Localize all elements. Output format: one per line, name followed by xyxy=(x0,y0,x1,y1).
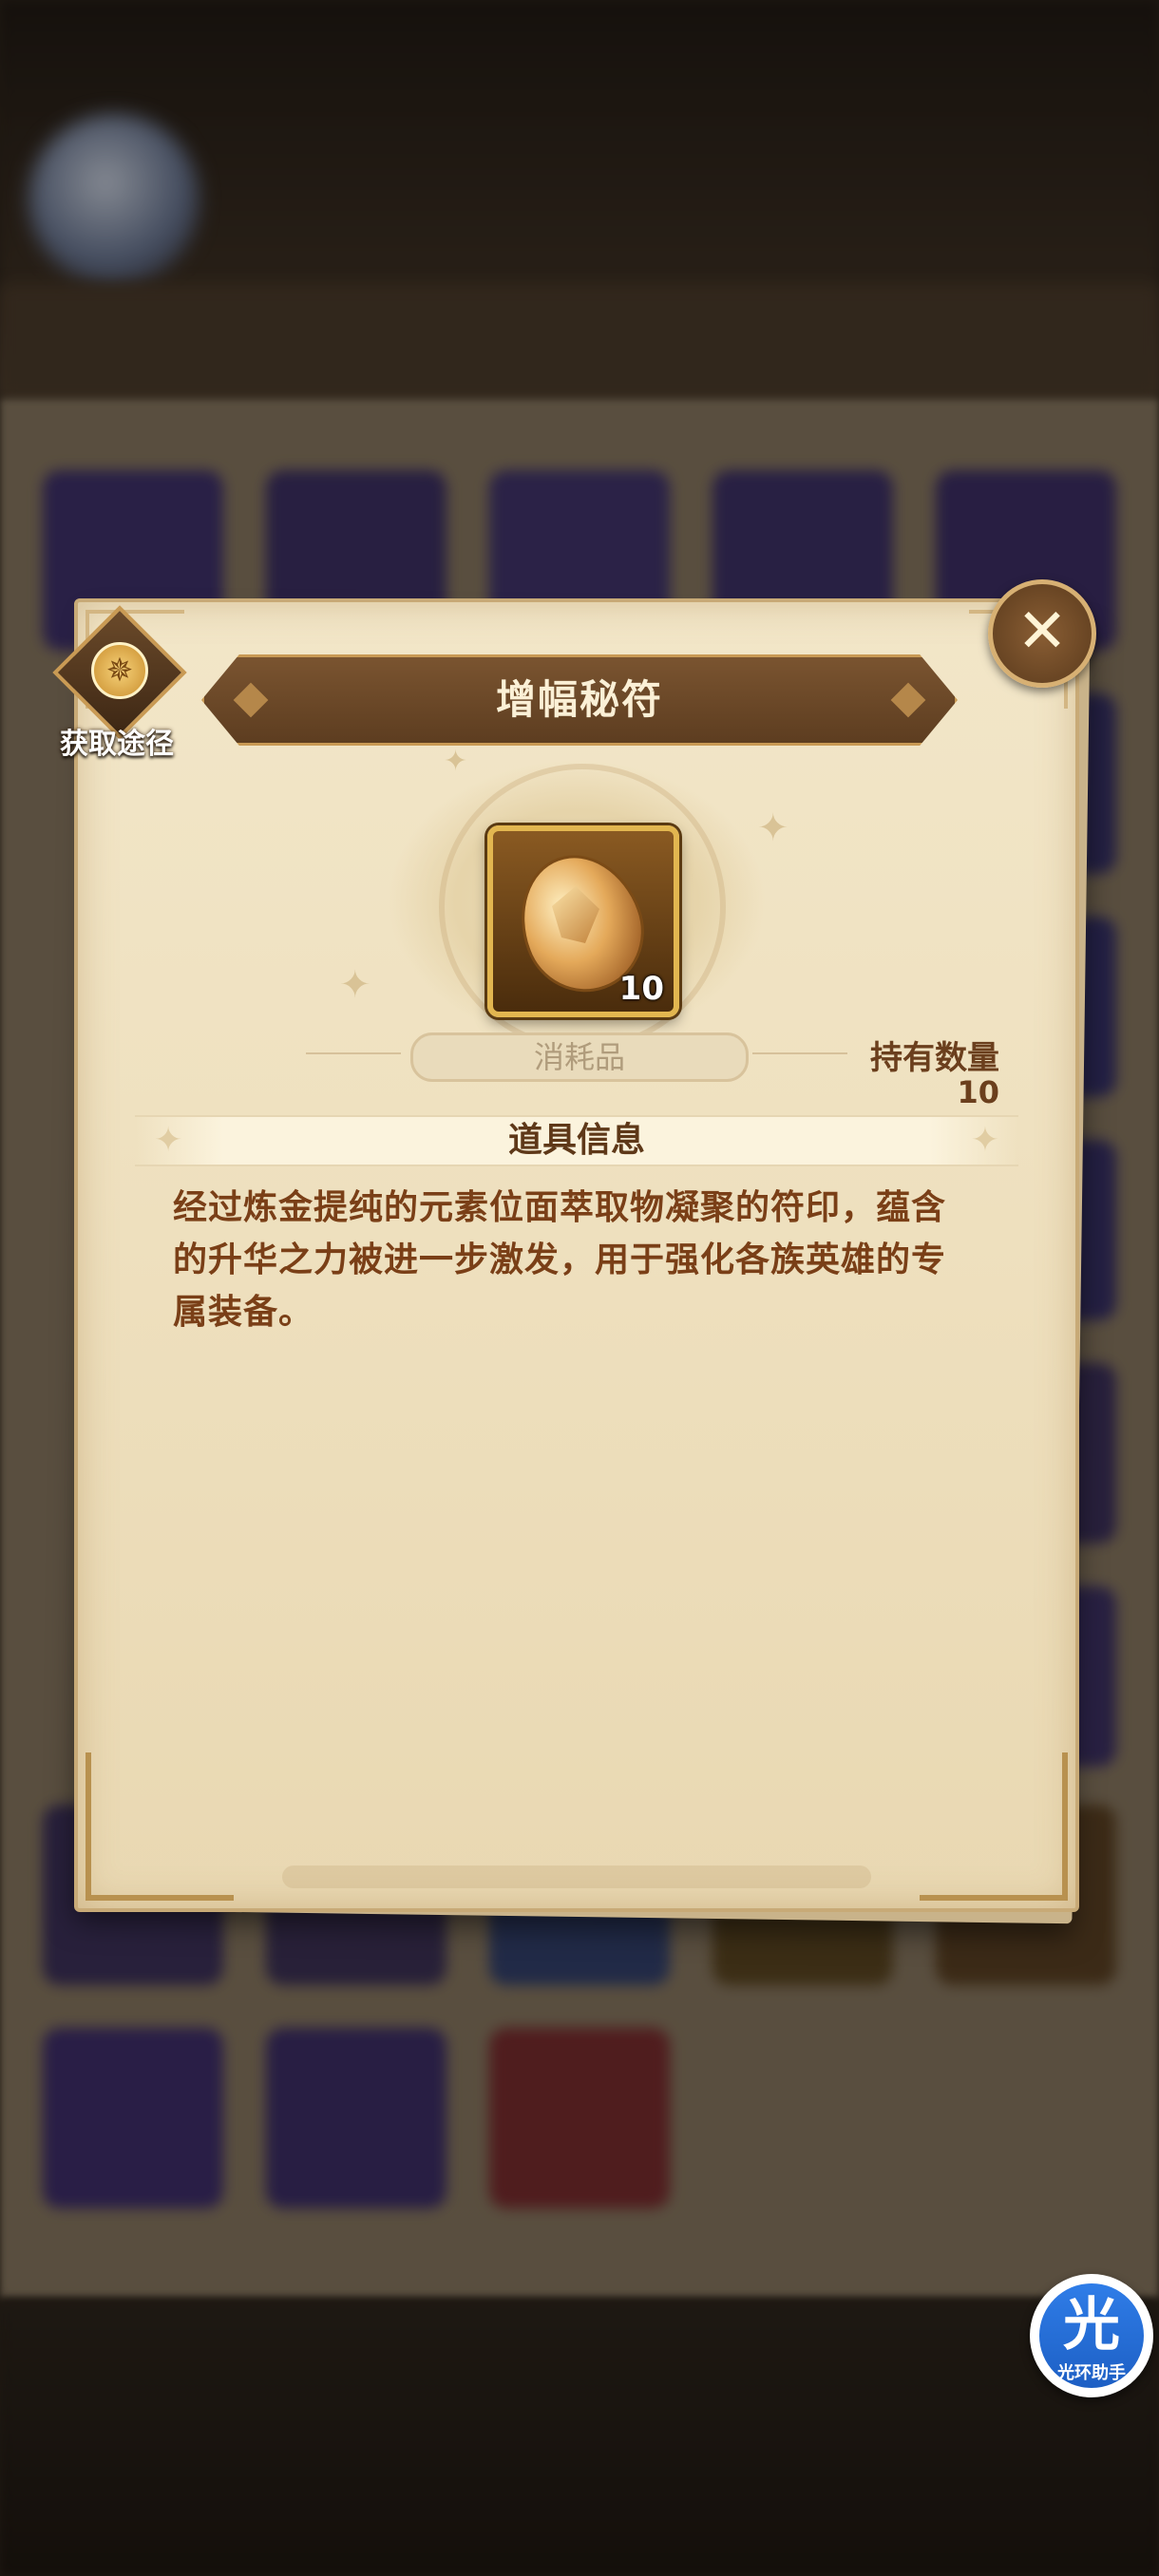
section-title: 道具信息 xyxy=(507,1121,645,1160)
item-count-badge: 10 xyxy=(618,970,664,1008)
item-icon-frame[interactable]: 10 xyxy=(487,825,679,1017)
corner-ornament xyxy=(920,1752,1068,1901)
sparkle-icon: ✦ xyxy=(757,806,789,850)
item-description: 经过炼金提纯的元素位面萃取物凝聚的符印，蕴含的升华之力被进一步激发，用于强化各族… xyxy=(173,1188,947,1332)
close-button[interactable]: ✕ xyxy=(988,579,1096,688)
category-divider xyxy=(306,1052,401,1054)
sparkle-icon: ✦ xyxy=(339,963,371,1007)
owned-quantity-value: 10 xyxy=(957,1074,999,1110)
item-category: 消耗品 xyxy=(410,1032,749,1082)
category-divider xyxy=(752,1052,847,1054)
watermark-char: 光 xyxy=(1063,2292,1120,2358)
item-detail-modal: 增幅秘符 ✦ ✦ ✦ 10 消耗品 持有数量 10 ✦ ✦ 道具信息 经过炼金提… xyxy=(52,579,1096,1924)
parchment-panel: 增幅秘符 ✦ ✦ ✦ 10 消耗品 持有数量 10 ✦ ✦ 道具信息 经过炼金提… xyxy=(74,598,1079,1912)
corner-ornament xyxy=(86,1752,234,1901)
acquire-source-label: 获取途径 xyxy=(60,728,174,761)
sparkle-icon: ✦ xyxy=(444,745,468,778)
acquire-source-button[interactable]: ✵ 获取途径 xyxy=(46,605,188,761)
watermark-badge: 光 光环助手 xyxy=(1039,2283,1144,2388)
watermark-text: 光环助手 xyxy=(1057,2363,1126,2383)
title-banner: 增幅秘符 xyxy=(201,654,958,746)
compass-icon: ✵ xyxy=(91,642,148,699)
owned-quantity-label: 持有数量 xyxy=(870,1039,999,1077)
item-name: 增幅秘符 xyxy=(495,676,663,723)
halo-assistant-watermark[interactable]: 光 光环助手 xyxy=(1030,2274,1153,2397)
close-x-icon: ✕ xyxy=(1016,597,1068,667)
footer-decoration xyxy=(282,1866,871,1888)
item-info-header: ✦ ✦ 道具信息 xyxy=(135,1115,1018,1166)
